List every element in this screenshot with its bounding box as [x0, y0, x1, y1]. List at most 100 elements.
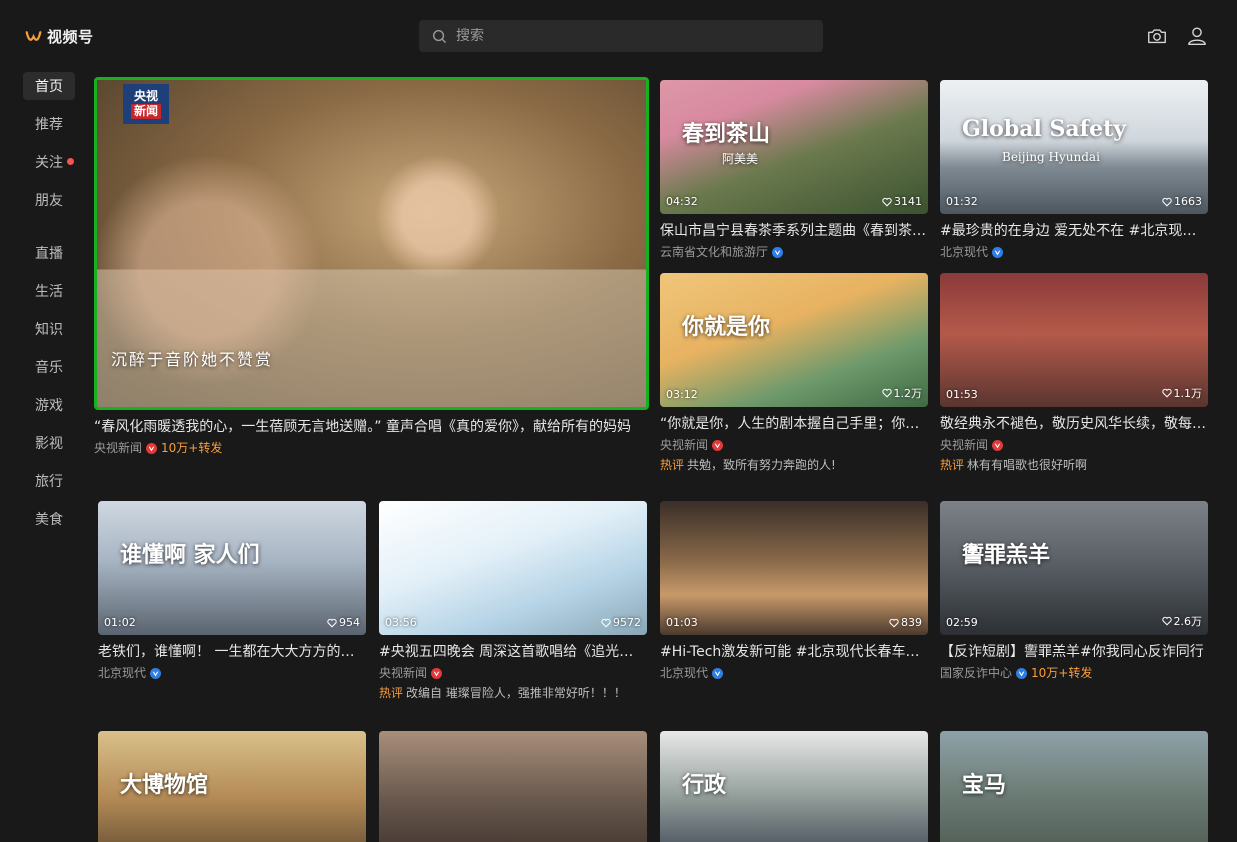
video-title[interactable]: 老铁们，谁懂啊！ 一生都在大大方方的东北人 — [98, 643, 366, 661]
video-meta: 北京现代 — [660, 665, 928, 681]
verified-icon — [992, 246, 1004, 258]
sidebar-item-food[interactable]: 美食 — [23, 505, 75, 533]
video-title[interactable]: “你就是你，人生的剧本握自己手里；你就是你 — [660, 415, 928, 433]
author-name[interactable]: 央视新闻 — [660, 437, 708, 453]
sidebar-item-home[interactable]: 首页 — [23, 72, 75, 100]
author-name[interactable]: 央视新闻 — [94, 440, 142, 456]
video-title[interactable]: “春风化雨暖透我的心，一生蓓顾无言地送赠。” 童声合唱《真的爱你》，献给所有的妈… — [94, 418, 649, 436]
video-meta: 云南省文化和旅游厅 — [660, 244, 928, 260]
video-thumbnail[interactable]: 03:56 9572 — [379, 501, 647, 635]
video-meta: 央视新闻 10万+转发 — [94, 440, 649, 456]
video-thumbnail[interactable] — [379, 731, 647, 842]
verified-icon — [431, 667, 443, 679]
sidebar-item-knowledge[interactable]: 知识 — [23, 315, 75, 343]
author-name[interactable]: 北京现代 — [660, 665, 708, 681]
video-thumbnail[interactable]: 01:53 1.1万 — [940, 273, 1208, 407]
sidebar-item-music[interactable]: 音乐 — [23, 353, 75, 381]
app-name: 视频号 — [47, 28, 94, 46]
verified-icon — [712, 667, 724, 679]
heart-icon — [889, 618, 899, 627]
video-card[interactable]: 01:03 839 #Hi-Tech激发新可能 #北京现代长春车展 # 北京现代 — [660, 501, 928, 681]
author-name[interactable]: 央视新闻 — [940, 437, 988, 453]
video-thumbnail[interactable]: 你就是你 03:12 1.2万 — [660, 273, 928, 407]
heart-icon — [1162, 197, 1172, 206]
video-thumbnail[interactable]: Global Safety Beijing Hyundai 01:32 1663 — [940, 80, 1208, 214]
like-count: 3141 — [882, 195, 922, 208]
video-title[interactable]: 保山市昌宁县春茶季系列主题曲《春到茶山》 — [660, 222, 928, 240]
video-duration: 03:12 — [666, 388, 698, 401]
verified-icon — [1016, 667, 1028, 679]
video-card[interactable] — [379, 731, 647, 842]
search-input[interactable] — [456, 28, 796, 44]
unread-dot — [67, 158, 74, 165]
sidebar-item-travel[interactable]: 旅行 — [23, 467, 75, 495]
video-card[interactable]: 行政 — [660, 731, 928, 842]
hot-comment-label: 热评 — [379, 686, 404, 700]
app-logo[interactable]: 视频号 — [25, 26, 94, 47]
like-count: 1663 — [1162, 195, 1202, 208]
video-caption-overlay: Global Safety — [962, 116, 1127, 142]
cctv-news-logo: 央视 新闻 — [123, 84, 169, 124]
hot-comment-label: 热评 — [660, 458, 685, 472]
video-title[interactable]: 敬经典永不褪色，敬历史风华长续，敬每一代 — [940, 415, 1208, 433]
featured-video-card[interactable]: 央视 新闻 沉醉于音阶她不赞赏 “春风化雨暖透我的心，一生蓓顾无言地送赠。” 童声… — [94, 77, 649, 456]
video-card[interactable]: 谁懂啊 家人们 01:02 954 老铁们，谁懂啊！ 一生都在大大方方的东北人 北京现代 — [98, 501, 366, 681]
video-card[interactable]: 01:53 1.1万敬经典永不褪色，敬历史风华长续，敬每一代 央视新闻热评 林有有唱歌… — [940, 273, 1208, 473]
video-thumbnail[interactable]: 宝马 — [940, 731, 1208, 842]
author-name[interactable]: 国家反诈中心 — [940, 665, 1012, 681]
user-icon[interactable] — [1186, 25, 1208, 47]
author-name[interactable]: 云南省文化和旅游厅 — [660, 244, 768, 260]
like-count: 1.2万 — [881, 385, 922, 401]
search-bar[interactable] — [419, 20, 823, 52]
video-card[interactable]: 你就是你 03:12 1.2万 “你就是你，人生的剧本握自己手里；你就是你 央视新闻热评… — [660, 273, 928, 473]
video-thumbnail[interactable]: 央视 新闻 沉醉于音阶她不赞赏 — [94, 77, 649, 410]
author-name[interactable]: 央视新闻 — [379, 665, 427, 681]
sidebar-item-live[interactable]: 直播 — [23, 239, 75, 267]
sidebar-item-film[interactable]: 影视 — [23, 429, 75, 457]
hot-comment[interactable]: 热评 共勉，致所有努力奔跑的人! — [660, 457, 928, 473]
video-caption-overlay: 你就是你 — [682, 314, 771, 340]
verified-icon — [146, 442, 158, 454]
video-title[interactable]: 【反诈短剧】讆罪羔羊#你我同心反诈同行 — [940, 643, 1208, 661]
like-count: 954 — [327, 616, 360, 629]
search-icon — [432, 29, 447, 43]
hot-comment[interactable]: 热评 改编自 璀璨冒险人，强推非常好听！！！ — [379, 685, 647, 701]
video-caption-overlay: 讆罪羔羊 — [962, 542, 1051, 568]
sidebar-item-friends[interactable]: 朋友 — [23, 186, 75, 214]
hot-comment-text: 共勉，致所有努力奔跑的人! — [687, 458, 836, 472]
video-meta: 国家反诈中心 10万+转发 — [940, 665, 1208, 681]
video-title[interactable]: #最珍贵的在身边 爱无处不在 #北京现代 # — [940, 222, 1208, 240]
author-name[interactable]: 北京现代 — [98, 665, 146, 681]
video-thumbnail[interactable]: 谁懂啊 家人们 01:02 954 — [98, 501, 366, 635]
video-card[interactable]: Global Safety Beijing Hyundai 01:32 1663 #最珍… — [940, 80, 1208, 260]
video-thumbnail[interactable]: 行政 — [660, 731, 928, 842]
video-card[interactable]: 宝马 — [940, 731, 1208, 842]
video-thumbnail[interactable]: 01:03 839 — [660, 501, 928, 635]
video-card[interactable]: 大博物馆 — [98, 731, 366, 842]
heart-icon — [327, 618, 337, 627]
sidebar-item-life[interactable]: 生活 — [23, 277, 75, 305]
video-meta: 央视新闻 — [660, 437, 928, 453]
video-duration: 01:32 — [946, 195, 978, 208]
sidebar-item-following[interactable]: 关注 — [23, 148, 75, 176]
video-meta: 央视新闻 — [379, 665, 647, 681]
sidebar-item-recommend[interactable]: 推荐 — [23, 110, 75, 138]
video-caption-overlay-secondary: 阿美美 — [722, 152, 759, 166]
video-card[interactable]: 讆罪羔羊 02:59 2.6万【反诈短剧】讆罪羔羊#你我同心反诈同行 国家反诈中心 10… — [940, 501, 1208, 681]
video-card[interactable]: 春到茶山 阿美美 04:32 3141 保山市昌宁县春茶季系列主题曲《春到茶山》 云南省文… — [660, 80, 928, 260]
like-count: 9572 — [601, 616, 641, 629]
video-caption-overlay: 沉醉于音阶她不赞赏 — [111, 350, 274, 369]
video-thumbnail[interactable]: 大博物馆 — [98, 731, 366, 842]
video-thumbnail[interactable]: 讆罪羔羊 02:59 2.6万 — [940, 501, 1208, 635]
video-caption-overlay: 宝马 — [962, 772, 1007, 798]
video-title[interactable]: #Hi-Tech激发新可能 #北京现代长春车展 # — [660, 643, 928, 661]
video-card[interactable]: 03:56 9572 #央视五四晚会 周深这首歌唱给《追光在青春》 央视新闻热评 改编自… — [379, 501, 647, 701]
sidebar-item-games[interactable]: 游戏 — [23, 391, 75, 419]
hot-comment[interactable]: 热评 林有有唱歌也很好听啊 — [940, 457, 1208, 473]
hot-comment-text: 林有有唱歌也很好听啊 — [967, 458, 1088, 472]
heart-icon — [1161, 388, 1172, 398]
video-thumbnail[interactable]: 春到茶山 阿美美 04:32 3141 — [660, 80, 928, 214]
video-title[interactable]: #央视五四晚会 周深这首歌唱给《追光在青春》 — [379, 643, 647, 661]
author-name[interactable]: 北京现代 — [940, 244, 988, 260]
camera-icon[interactable] — [1146, 25, 1168, 47]
